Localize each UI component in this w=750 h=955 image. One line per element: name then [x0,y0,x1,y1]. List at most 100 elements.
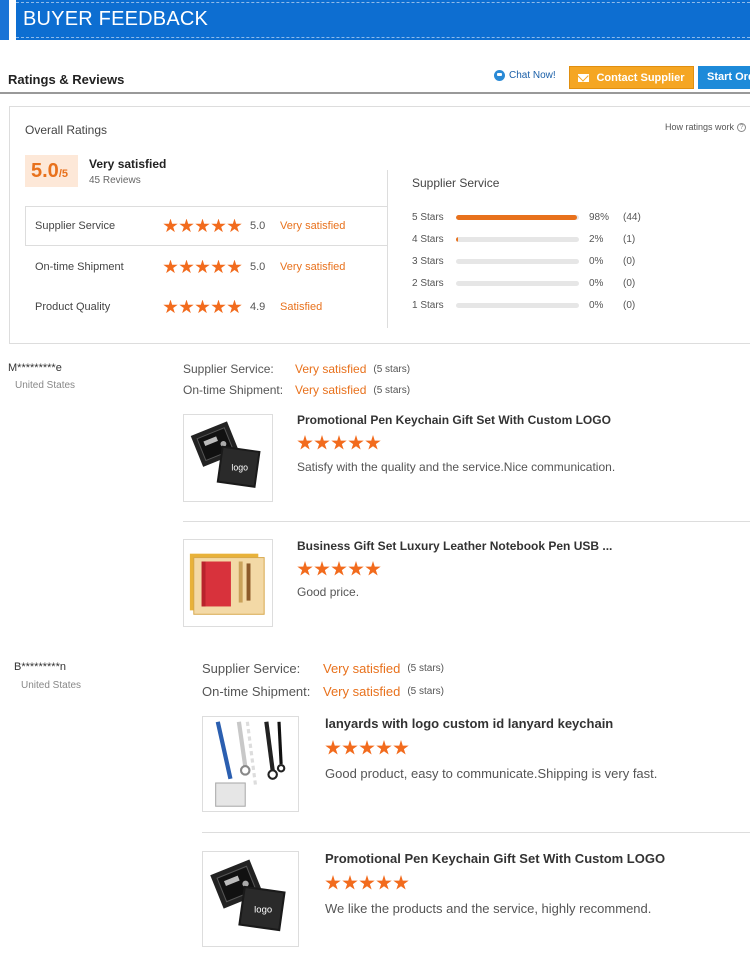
logo-text: logo [254,905,272,916]
criteria-name: Product Quality [35,301,111,313]
rating-stars-text: (5 stars) [407,663,444,674]
criteria-verdict: Satisfied [280,301,323,313]
product-image[interactable] [202,716,299,812]
distribution-count: (1) [623,233,636,245]
star-icon [359,740,375,755]
criteria-verdict: Very satisfied [280,220,346,232]
star-icon [297,435,313,450]
star-icon [393,740,409,755]
criteria-name: On-time Shipment [35,261,124,273]
distribution-label: 3 Stars [412,255,444,267]
distribution-label: 1 Stars [412,299,444,311]
star-icon [376,740,392,755]
star-icon [314,435,330,450]
distribution-row: 5 Stars 98% (44) [412,210,663,224]
chat-now-label: Chat Now! [509,70,556,81]
review-comment: Good product, easy to communicate.Shippi… [325,766,658,781]
star-icon [342,740,358,755]
rating-value: Very satisfied [323,684,401,699]
distribution-row: 3 Stars 0% (0) [412,254,663,268]
star-icon [195,259,210,274]
star-icon [348,561,364,576]
distribution-row: 4 Stars 2% (1) [412,232,663,246]
rating-label: Supplier Service: [202,661,301,676]
product-rating-stars [325,740,409,756]
star-icon [179,218,194,233]
banner-accent [0,0,9,40]
star-icon [331,435,347,450]
review-comment: Good price. [297,585,360,599]
criteria-stars [163,259,250,275]
star-icon [227,218,242,233]
criteria-row: Supplier Service 5.0 Very satisfied [25,206,388,246]
star-icon [325,740,341,755]
distribution-count: (0) [623,277,636,289]
criteria-divider [25,245,388,246]
start-order-button[interactable]: Start Order [698,66,750,89]
criteria-value: 4.9 [250,301,266,313]
criteria-stars [163,218,250,234]
product-image[interactable]: logo [183,414,273,502]
ratings-divider [387,170,388,328]
overall-score-max: /5 [58,168,68,180]
star-icon [163,299,178,314]
distribution-label: 4 Stars [412,233,444,245]
rating-value: Very satisfied [295,383,367,397]
distribution-bar [456,214,579,220]
rating-value: Very satisfied [295,362,367,376]
criteria-verdict: Very satisfied [280,261,346,273]
banner-title: BUYER FEEDBACK [23,8,209,30]
distribution-row: 2 Stars 0% (0) [412,276,663,290]
criteria-value: 5.0 [250,220,266,232]
distribution-row: 1 Stars 0% (0) [412,298,663,312]
star-icon [348,435,364,450]
star-icon [342,875,358,890]
product-title-link[interactable]: Promotional Pen Keychain Gift Set With C… [325,851,665,866]
product-title-link[interactable]: lanyards with logo custom id lanyard key… [325,716,613,731]
distribution-percent: 0% [589,255,604,267]
star-icon [393,875,409,890]
chat-now-link[interactable]: Chat Now! [494,70,556,81]
rating-label: Supplier Service: [183,362,274,376]
contact-supplier-button[interactable]: Contact Supplier [569,66,694,89]
distribution-bar [456,280,579,286]
star-icon [195,299,210,314]
criteria-value: 5.0 [250,261,266,273]
star-icon [365,561,381,576]
review-divider [183,521,750,522]
distribution-percent: 2% [589,233,604,245]
star-icon [211,218,226,233]
product-title-link[interactable]: Promotional Pen Keychain Gift Set With C… [297,413,611,427]
star-icon [211,299,226,314]
how-ratings-work-label: How ratings work [665,122,735,132]
star-icon [179,299,194,314]
product-image[interactable]: logo [202,851,299,947]
product-title-link[interactable]: Business Gift Set Luxury Leather Noteboo… [297,539,612,553]
star-icon [163,259,178,274]
rating-stars-text: (5 stars) [373,364,411,375]
supplier-service-rating: Supplier Service: Very satisfied (5 stars) [183,362,410,377]
supplier-service-rating: Supplier Service: Very satisfied (5 stars) [202,661,444,676]
overall-verdict: Very satisfied [89,157,167,171]
star-icon [365,435,381,450]
review-comment: Satisfy with the quality and the service… [297,460,616,474]
distribution-count: (0) [623,299,636,311]
distribution-bar [456,236,579,242]
star-icon [325,875,341,890]
buyer-feedback-banner: BUYER FEEDBACK [0,0,750,40]
shipment-rating: On-time Shipment: Very satisfied (5 stars) [202,684,444,699]
red-notebook-set-image [189,553,265,615]
how-ratings-work-link[interactable]: How ratings work ? [665,122,747,132]
star-icon [331,561,347,576]
help-icon: ? [737,122,747,132]
star-icon [376,875,392,890]
review-divider [202,832,750,833]
product-image[interactable] [183,539,273,627]
chat-icon [494,70,505,81]
criteria-stars [163,299,250,315]
banner-bar: BUYER FEEDBACK [16,0,750,40]
distribution-percent: 0% [589,299,604,311]
star-icon [179,259,194,274]
star-icon [227,299,242,314]
product-rating-stars [297,561,381,577]
